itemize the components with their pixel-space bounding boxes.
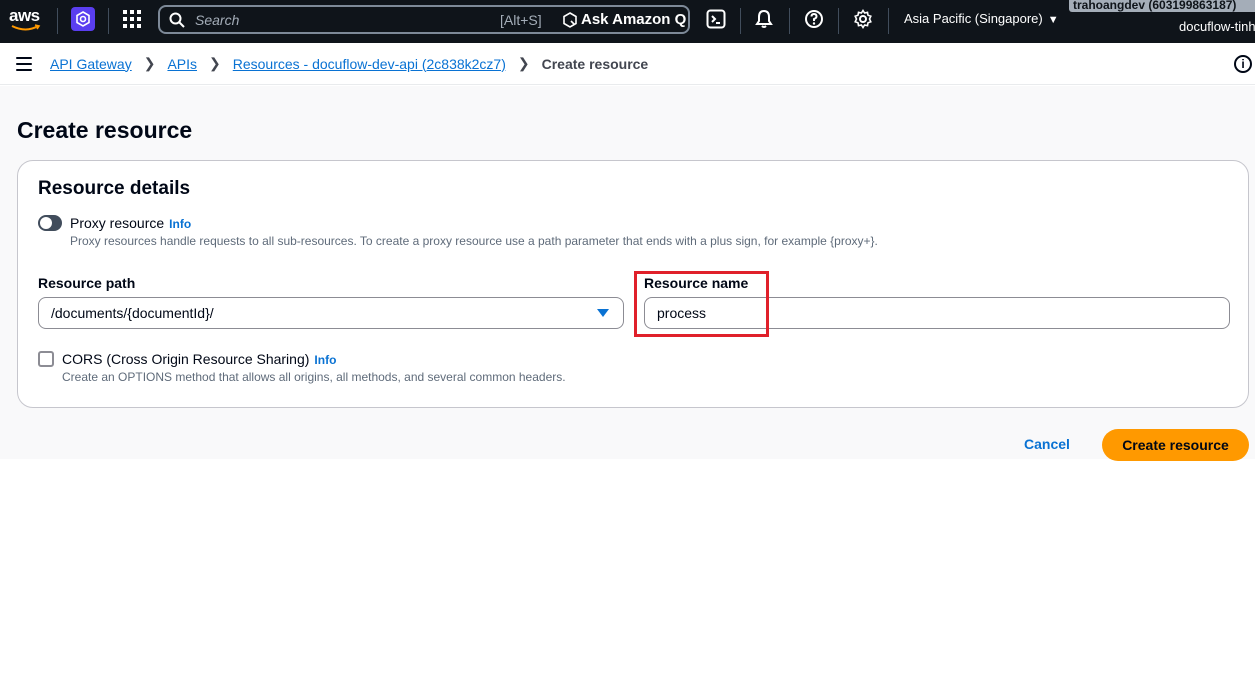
resource-path-select[interactable]: /documents/{documentId}/: [38, 297, 624, 329]
cors-description: Create an OPTIONS method that allows all…: [62, 370, 566, 384]
proxy-label-text: Proxy resource: [70, 215, 165, 231]
search-shortcut: [Alt+S]: [500, 12, 542, 28]
api-gateway-service-icon[interactable]: [71, 7, 95, 31]
ask-amazon-q-button[interactable]: Ask Amazon Q: [581, 11, 686, 28]
breadcrumb-current: Create resource: [541, 55, 649, 72]
proxy-resource-toggle[interactable]: [38, 215, 62, 231]
card-title: Resource details: [38, 178, 191, 199]
aws-smile-icon: [11, 24, 41, 31]
cors-info-link[interactable]: Info: [314, 353, 336, 367]
create-resource-button[interactable]: Create resource: [1102, 429, 1249, 461]
menu-hamburger-icon[interactable]: [16, 57, 32, 71]
main-content: Create resource Resource details Proxy r…: [0, 86, 1255, 461]
search-bar[interactable]: Search [Alt+S] Ask Amazon Q: [158, 5, 690, 34]
breadcrumb-resources[interactable]: Resources - docuflow-dev-api (2c838k2cz7…: [233, 56, 506, 72]
cloudshell-icon[interactable]: [706, 9, 726, 29]
cors-label-text: CORS (Cross Origin Resource Sharing): [62, 351, 310, 367]
region-label: Asia Pacific (Singapore): [904, 11, 1043, 26]
dropdown-caret-icon: [597, 309, 609, 317]
account-label: trahoangdev (603199863187): [1073, 0, 1237, 12]
nav-divider: [888, 8, 889, 34]
resource-details-card: Resource details Proxy resource Info Prox…: [17, 160, 1249, 408]
account-menu[interactable]: trahoangdev (603199863187): [1069, 0, 1255, 12]
amazon-q-icon: [563, 12, 577, 28]
settings-gear-icon[interactable]: [853, 9, 873, 29]
proxy-info-link[interactable]: Info: [169, 217, 191, 231]
nav-divider: [57, 8, 58, 34]
nav-divider: [740, 8, 741, 34]
search-placeholder: Search: [195, 12, 240, 28]
top-navigation: aws Search [Alt+S] Ask Amazon Q Asia Pac…: [0, 0, 1255, 43]
breadcrumb: API Gateway ❯ APIs ❯ Resources - docuflo…: [50, 55, 648, 72]
region-selector[interactable]: Asia Pacific (Singapore) ▼: [904, 11, 1059, 26]
cors-label: CORS (Cross Origin Resource Sharing) Info: [62, 351, 336, 367]
notifications-bell-icon[interactable]: [754, 9, 774, 29]
proxy-description: Proxy resources handle requests to all s…: [70, 234, 878, 248]
breadcrumb-bar: API Gateway ❯ APIs ❯ Resources - docuflo…: [0, 43, 1255, 85]
proxy-resource-label: Proxy resource Info: [70, 215, 191, 231]
chevron-right-icon: ❯: [517, 55, 530, 71]
info-panel-icon[interactable]: i: [1234, 55, 1252, 73]
toggle-knob: [40, 217, 52, 229]
account-role-label: docuflow-tinh: [1179, 19, 1255, 34]
help-icon[interactable]: [804, 9, 824, 29]
caret-down-icon: ▼: [1047, 14, 1059, 26]
page-title: Create resource: [17, 117, 193, 143]
cors-checkbox[interactable]: [38, 351, 54, 367]
resource-path-label: Resource path: [38, 275, 136, 291]
chevron-right-icon: ❯: [209, 55, 221, 71]
aws-logo[interactable]: aws: [9, 6, 43, 36]
services-grid-icon[interactable]: [123, 10, 141, 28]
chevron-right-icon: ❯: [143, 55, 156, 71]
nav-divider: [108, 8, 109, 34]
nav-divider: [838, 8, 839, 34]
cancel-button[interactable]: Cancel: [1024, 436, 1070, 452]
annotation-highlight-box: [634, 271, 769, 337]
search-icon: [169, 12, 185, 28]
nav-divider: [789, 8, 790, 34]
breadcrumb-api-gateway[interactable]: API Gateway: [50, 56, 132, 72]
aws-logo-text: aws: [9, 6, 40, 25]
breadcrumb-apis[interactable]: APIs: [167, 56, 197, 72]
resource-path-value: /documents/{documentId}/: [51, 305, 214, 321]
